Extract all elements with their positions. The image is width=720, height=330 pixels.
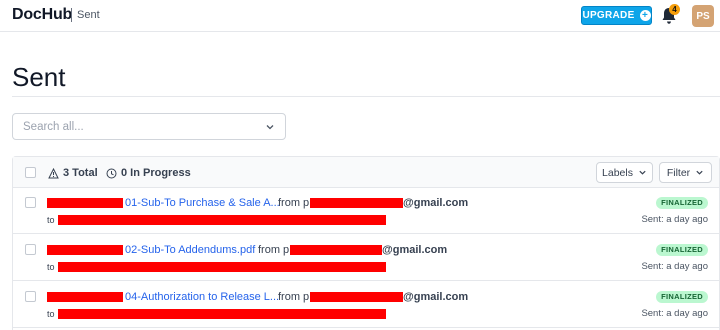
select-all-checkbox[interactable] [25,167,36,178]
total-label: 3 Total [63,167,98,179]
search-placeholder: Search all... [23,121,84,133]
in-progress-label: 0 In Progress [121,167,191,179]
to-label: to [47,309,55,319]
top-bar: DocHub Sent UPGRADE + 4 PS [0,0,720,32]
redaction-bar [290,245,382,255]
from-label: from p [258,244,290,256]
status-badge: FINALIZED [656,197,708,209]
document-link[interactable]: 04-Authorization to Release L... [125,291,279,303]
sender-email-domain: @gmail.com [403,291,469,303]
redaction-bar [310,292,403,302]
chevron-down-icon [696,170,703,175]
table-row[interactable]: 02-Sub-To Addendums.pdf from p @gmail.co… [13,235,719,281]
search-dropdown[interactable]: Search all... [12,113,286,140]
redaction-bar [58,262,386,272]
redaction-bar [310,198,403,208]
in-progress-count: 0 In Progress [106,167,191,179]
filter-button[interactable]: Filter [659,162,712,183]
sent-time: Sent: a day ago [641,214,708,225]
document-link[interactable]: 02-Sub-To Addendums.pdf [125,244,255,256]
sent-time: Sent: a day ago [641,261,708,272]
chevron-down-icon [639,170,646,175]
from-label: from p [278,291,310,303]
total-count: 3 Total [48,167,98,179]
redaction-bar [47,198,123,208]
page-title: Sent [12,62,66,92]
notification-badge: 4 [669,4,680,15]
status-badge: FINALIZED [656,291,708,303]
to-label: to [47,262,55,272]
plus-circle-icon: + [639,10,651,21]
table-row[interactable]: 04-Authorization to Release L... from p … [13,282,719,328]
labels-button[interactable]: Labels [596,162,653,183]
filter-button-label: Filter [666,166,691,179]
dochub-logo[interactable]: DocHub [12,6,72,24]
clock-icon [106,168,117,178]
sent-time: Sent: a day ago [641,308,708,319]
warning-icon [48,167,59,178]
labels-button-label: Labels [602,166,633,179]
row-checkbox[interactable] [25,244,36,255]
redaction-bar [47,245,123,255]
chevron-down-icon [266,125,274,130]
upgrade-button[interactable]: UPGRADE + [581,6,652,25]
status-badge: FINALIZED [656,244,708,256]
table-header: 3 Total 0 In Progress Labels Filter [13,157,719,188]
upgrade-label: UPGRADE [582,10,635,21]
table-row[interactable]: 01-Sub-To Purchase & Sale A... from p @g… [13,188,719,234]
redaction-bar [58,215,386,225]
redaction-bar [47,292,123,302]
title-divider [12,96,720,97]
sender-email-domain: @gmail.com [403,197,469,209]
breadcrumb-divider [71,8,72,22]
row-checkbox[interactable] [25,291,36,302]
avatar[interactable]: PS [692,5,714,27]
breadcrumb: Sent [77,9,100,21]
sender-email-domain: @gmail.com [382,244,448,256]
to-label: to [47,215,55,225]
document-link[interactable]: 01-Sub-To Purchase & Sale A... [125,197,280,209]
redaction-bar [58,309,386,319]
from-label: from p [278,197,310,209]
documents-table: 3 Total 0 In Progress Labels Filter 01-S… [12,156,720,330]
row-checkbox[interactable] [25,197,36,208]
